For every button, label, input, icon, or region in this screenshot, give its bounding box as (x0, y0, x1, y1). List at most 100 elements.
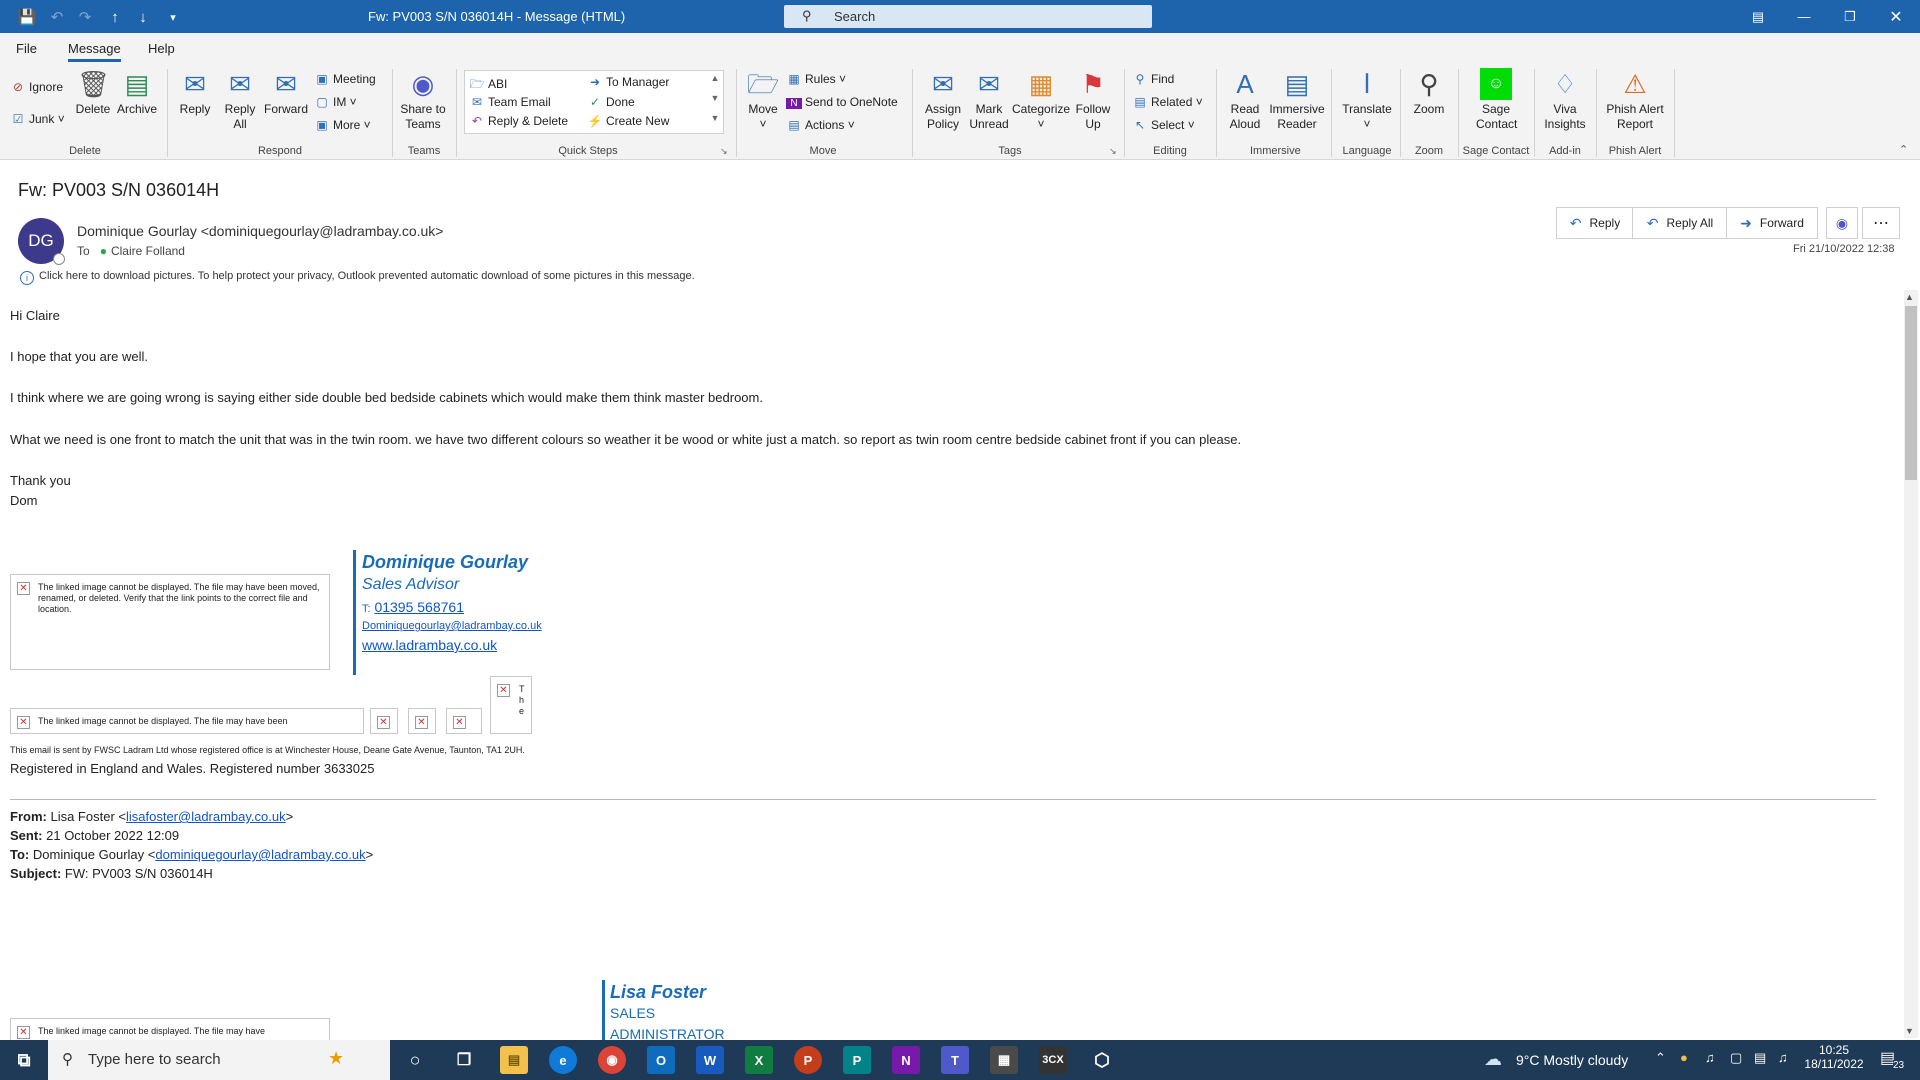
move-button[interactable]: 🗁 Move ˅ (744, 68, 782, 132)
tab-message[interactable]: Message (68, 41, 121, 62)
translate-button[interactable]: ا Translate ˅ (1338, 68, 1396, 132)
quickstep-done[interactable]: ✓ Done (587, 95, 635, 109)
arrow-down-icon[interactable]: ↓ (132, 6, 154, 28)
follow-up-button[interactable]: ⚑ Follow Up (1072, 68, 1114, 132)
quickstep-team-email[interactable]: ✉ Team Email (469, 95, 551, 109)
onenote-taskbar-icon[interactable]: N (892, 1046, 920, 1074)
minimize-button[interactable]: — (1781, 0, 1827, 33)
scroll-down-icon[interactable]: ▼ (1905, 1026, 1914, 1036)
task-view-icon[interactable]: ❐ (450, 1046, 478, 1074)
related-button[interactable]: ▤ Related ˅ (1132, 95, 1202, 109)
categorize-button[interactable]: ▦ Categorize ˅ (1012, 68, 1070, 132)
download-pictures-bar[interactable]: i Click here to download pictures. To hel… (20, 270, 695, 285)
signature-email-link[interactable]: Dominiquegourlay@ladrambay.co.uk (362, 620, 542, 632)
quickstep-abi[interactable]: 🗁 ABI (469, 75, 508, 96)
undo-icon[interactable]: ↶ (46, 6, 68, 28)
forward-ribbon-button[interactable]: ✉ Forward (263, 68, 309, 117)
app-icon[interactable]: ▦ (990, 1046, 1018, 1074)
send-to-onenote-button[interactable]: N Send to OneNote (786, 95, 898, 109)
reply-button[interactable]: ↶ Reply (1556, 207, 1634, 239)
broken-image-icon: ✕ (17, 1026, 30, 1039)
powerpoint-icon[interactable]: P (794, 1046, 822, 1074)
dialog-launcher-icon[interactable]: ↘ (720, 146, 728, 157)
close-button[interactable]: ✕ (1873, 0, 1919, 33)
tab-file[interactable]: File (16, 41, 37, 56)
restore-button[interactable]: ❐ (1827, 0, 1873, 33)
arrow-up-icon[interactable]: ↑ (104, 6, 126, 28)
word-icon[interactable]: W (696, 1046, 724, 1074)
windows-start-icon[interactable]: ⧉ (10, 1046, 38, 1074)
scrollbar-thumb[interactable] (1905, 306, 1917, 480)
ribbon-display-options-icon[interactable]: ▤ (1735, 0, 1781, 33)
cloudy-weather-icon[interactable]: ☁ (1484, 1049, 1502, 1070)
im-button[interactable]: ▢ IM ˅ (314, 95, 356, 109)
more-button[interactable]: ▣ More ˅ (314, 118, 370, 132)
quickstep-reply-delete[interactable]: ↶ Reply & Delete (469, 114, 568, 128)
redo-icon[interactable]: ↷ (74, 6, 96, 28)
phone-link[interactable]: 01395 568761 (374, 599, 464, 615)
delete-button[interactable]: 🗑 Delete (73, 68, 113, 117)
signature-website-link[interactable]: www.ladrambay.co.uk (362, 637, 497, 653)
group-label-immersive: Immersive (1250, 145, 1301, 157)
junk-button[interactable]: ☑ Junk ˅ (10, 112, 65, 126)
weather-text[interactable]: 9°C Mostly cloudy (1516, 1052, 1628, 1068)
find-button[interactable]: ⚲ Find (1132, 72, 1175, 86)
file-explorer-icon[interactable]: ▤ (500, 1046, 528, 1074)
viva-insights-button[interactable]: ♢ Viva Insights (1540, 68, 1590, 132)
scroll-up-icon[interactable]: ▲ (1905, 292, 1914, 302)
teams-share-button[interactable]: ◉ (1826, 207, 1858, 239)
reply-all-ribbon-button[interactable]: ✉ Reply All (218, 68, 262, 132)
assign-policy-button[interactable]: ✉ Assign Policy (918, 68, 968, 132)
forward-button[interactable]: ➜ Forward (1726, 207, 1818, 239)
share-to-teams-button[interactable]: ◉ Share to Teams (398, 68, 448, 132)
mark-unread-button[interactable]: ✉ Mark Unread (968, 68, 1010, 132)
sender[interactable]: Dominique Gourlay <dominiquegourlay@ladr… (77, 223, 443, 239)
phish-alert-report-button[interactable]: ⚠ Phish Alert Report (1602, 68, 1668, 132)
gallery-up-icon[interactable]: ▲ (709, 73, 721, 83)
actions-button[interactable]: ▤ Actions ˅ (786, 118, 854, 132)
select-button[interactable]: ↖ Select ˅ (1132, 118, 1195, 132)
ignore-button[interactable]: ⊘ Ignore (10, 80, 63, 94)
tab-help[interactable]: Help (148, 41, 175, 56)
3cx-icon[interactable]: 3CX (1039, 1046, 1067, 1074)
recipient-name[interactable]: Claire Folland (111, 244, 185, 258)
save-icon[interactable]: 💾 (16, 6, 38, 28)
meeting-button[interactable]: ▣ Meeting (314, 72, 375, 86)
show-hidden-icons-icon[interactable]: ⌃ (1655, 1050, 1666, 1066)
tags-dialog-launcher-icon[interactable]: ↘ (1109, 146, 1117, 157)
immersive-reader-button[interactable]: ▤ Immersive Reader (1268, 68, 1326, 132)
publisher-icon[interactable]: P (843, 1046, 871, 1074)
excel-icon[interactable]: X (745, 1046, 773, 1074)
chrome-icon[interactable]: ◉ (598, 1046, 626, 1074)
fwd-from-email-link[interactable]: lisafoster@ladrambay.co.uk (126, 809, 286, 824)
taskbar-clock[interactable]: 10:25 18/11/2022 (1804, 1043, 1864, 1071)
outlook-icon[interactable]: O (647, 1046, 675, 1074)
taskbar-search[interactable]: ⚲ Type here to search ★ (48, 1040, 390, 1080)
tray-app-icon[interactable]: ● (1680, 1050, 1688, 1065)
virtualbox-icon[interactable]: ⬡ (1088, 1046, 1116, 1074)
search-box[interactable]: ⚲ Search (784, 5, 1152, 28)
teams-taskbar-icon[interactable]: T (941, 1046, 969, 1074)
quickstep-to-manager[interactable]: ➜ To Manager (587, 75, 669, 89)
broken-image: ✕ The linked image cannot be displayed. T… (10, 708, 364, 734)
sage-contact-button[interactable]: ☺ Sage Contact (1466, 68, 1526, 132)
fwd-to-email-link[interactable]: dominiquegourlay@ladrambay.co.uk (155, 847, 365, 862)
rules-button[interactable]: ▦ Rules ˅ (786, 72, 846, 86)
read-aloud-button[interactable]: A Read Aloud (1222, 68, 1268, 132)
customize-toolbar-icon[interactable]: ▾ (162, 6, 184, 28)
microphone-icon[interactable]: ♫ (1705, 1050, 1715, 1065)
collapse-ribbon-icon[interactable]: ⌃ (1899, 143, 1908, 156)
reply-ribbon-button[interactable]: ✉ Reply (175, 68, 215, 117)
gallery-more-icon[interactable]: ▼ (709, 113, 721, 123)
more-actions-button[interactable]: ⋯ (1862, 207, 1900, 239)
display-icon[interactable]: ▢ (1730, 1050, 1742, 1066)
zoom-button[interactable]: ⚲ Zoom (1406, 68, 1452, 117)
quickstep-create-new[interactable]: ⚡ Create New (587, 114, 670, 128)
archive-button[interactable]: ▤ Archive (114, 68, 160, 117)
cortana-icon[interactable]: ○ (401, 1046, 429, 1074)
volume-icon[interactable]: ♫ (1778, 1050, 1788, 1065)
edge-icon[interactable]: e (549, 1046, 577, 1074)
reply-all-button[interactable]: ↶ Reply All (1632, 207, 1728, 239)
network-icon[interactable]: ▤ (1754, 1050, 1766, 1066)
gallery-down-icon[interactable]: ▼ (709, 93, 721, 103)
